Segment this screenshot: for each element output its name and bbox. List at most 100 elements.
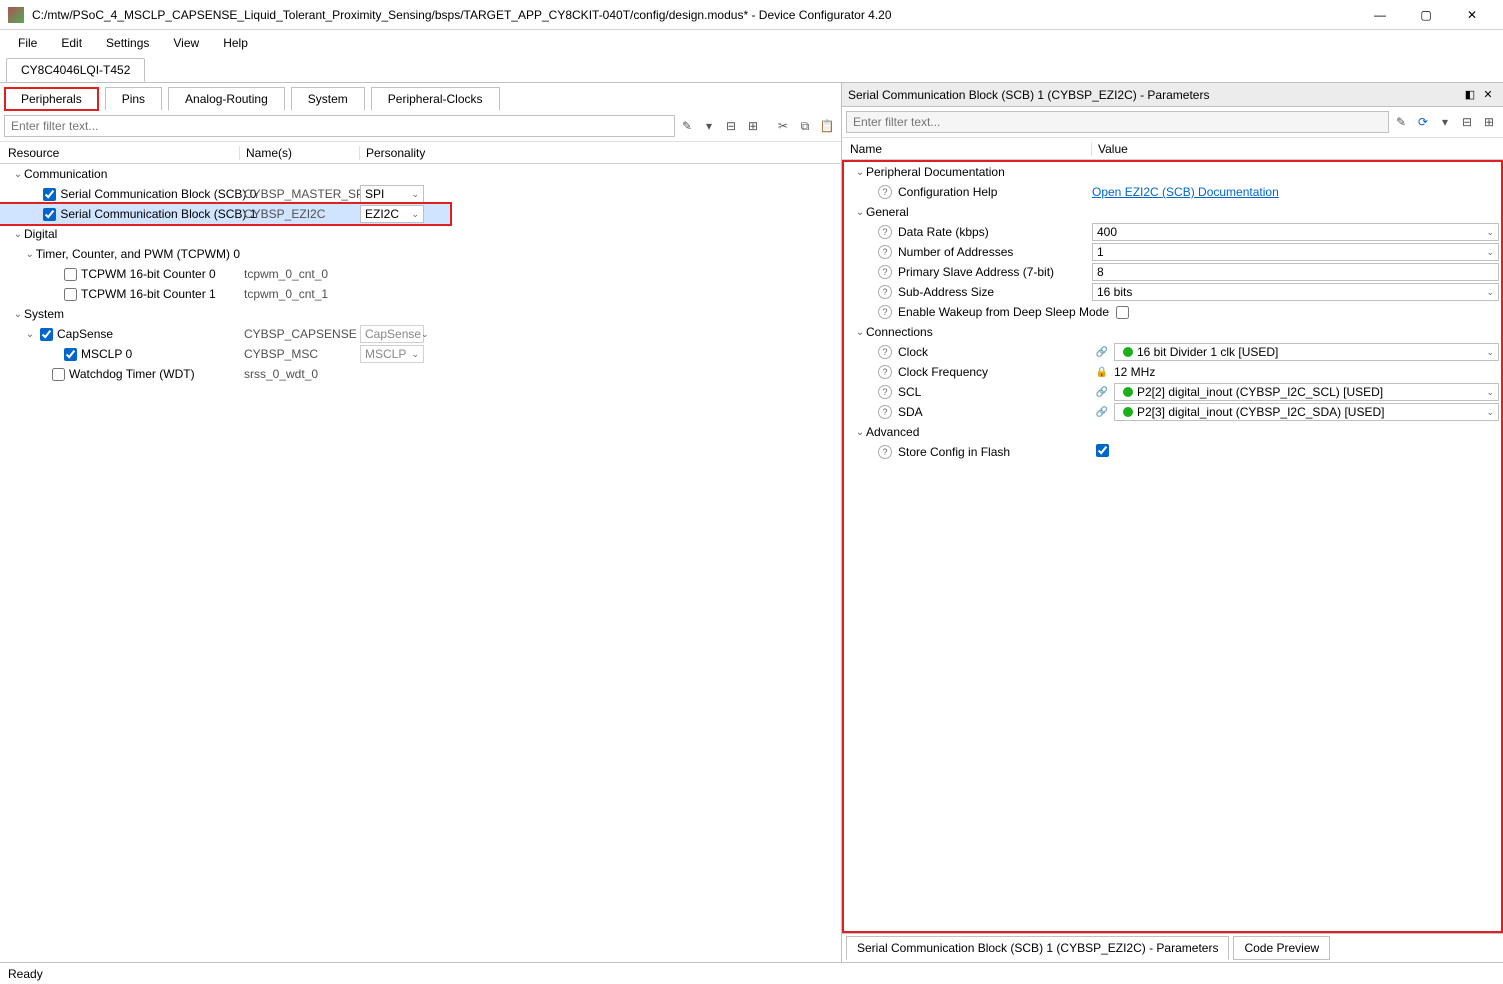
twisty-icon[interactable]: ⌄ <box>24 329 36 340</box>
row-scb1[interactable]: Serial Communication Block (SCB) 1 <box>60 207 256 221</box>
twisty-icon[interactable]: ⌄ <box>12 229 24 240</box>
data-rate-field[interactable]: 400⌄ <box>1092 223 1499 241</box>
scl-field[interactable]: P2[2] digital_inout (CYBSP_I2C_SCL) [USE… <box>1114 383 1499 401</box>
enable-tc1[interactable] <box>64 288 77 301</box>
group-advanced[interactable]: Advanced <box>866 425 919 439</box>
status-text: Ready <box>8 967 43 981</box>
persona-scb1[interactable]: EZI2C⌄ <box>360 205 424 223</box>
twisty-icon[interactable]: ⌄ <box>854 327 866 338</box>
row-msclp[interactable]: MSCLP 0 <box>81 347 132 361</box>
help-icon[interactable]: ? <box>878 185 892 199</box>
persona-scb0[interactable]: SPI⌄ <box>360 185 424 203</box>
row-wdt[interactable]: Watchdog Timer (WDT) <box>69 367 195 381</box>
link-icon[interactable] <box>1092 387 1112 398</box>
menu-settings[interactable]: Settings <box>96 32 159 54</box>
group-connections[interactable]: Connections <box>866 325 933 339</box>
twisty-icon[interactable]: ⌄ <box>12 169 24 180</box>
num-addresses-field[interactable]: 1⌄ <box>1092 243 1499 261</box>
enable-msclp[interactable] <box>64 348 77 361</box>
enable-wdt[interactable] <box>52 368 65 381</box>
menu-help[interactable]: Help <box>213 32 258 54</box>
sda-field[interactable]: P2[3] digital_inout (CYBSP_I2C_SDA) [USE… <box>1114 403 1499 421</box>
minimize-button[interactable]: — <box>1357 0 1403 30</box>
persona-msclp[interactable]: MSCLP⌄ <box>360 345 424 363</box>
clear-filter-icon[interactable]: ✎ <box>677 116 697 136</box>
twisty-icon[interactable]: ⌄ <box>854 207 866 218</box>
funnel-icon[interactable]: ▾ <box>699 116 719 136</box>
row-capsense[interactable]: CapSense <box>57 327 113 341</box>
enable-wakeup-checkbox[interactable] <box>1116 306 1129 319</box>
status-bar: Ready <box>0 962 1503 984</box>
row-scb0[interactable]: Serial Communication Block (SCB) 0 <box>60 187 256 201</box>
tab-code-preview[interactable]: Code Preview <box>1233 936 1330 960</box>
name-scb0: CYBSP_MASTER_SPI <box>240 187 360 201</box>
group-digital[interactable]: Digital <box>24 227 57 241</box>
help-icon[interactable]: ? <box>878 365 892 379</box>
parameters-header: Serial Communication Block (SCB) 1 (CYBS… <box>842 83 1503 107</box>
group-communication[interactable]: Communication <box>24 167 107 181</box>
help-icon[interactable]: ? <box>878 385 892 399</box>
clock-field[interactable]: 16 bit Divider 1 clk [USED]⌄ <box>1114 343 1499 361</box>
help-icon[interactable]: ? <box>878 285 892 299</box>
name-tc0: tcpwm_0_cnt_0 <box>240 267 360 281</box>
twisty-icon[interactable]: ⌄ <box>24 249 36 260</box>
menu-file[interactable]: File <box>8 32 47 54</box>
parameters-filter-input[interactable] <box>846 111 1389 133</box>
twisty-icon[interactable]: ⌄ <box>12 309 24 320</box>
link-icon[interactable] <box>1092 347 1112 358</box>
param-subaddress-size: Sub-Address Size <box>898 285 994 299</box>
tab-parameters[interactable]: Serial Communication Block (SCB) 1 (CYBS… <box>846 936 1229 960</box>
twisty-icon[interactable]: ⌄ <box>854 427 866 438</box>
paste-icon[interactable]: 📋 <box>817 116 837 136</box>
expand-icon[interactable]: ⊞ <box>743 116 763 136</box>
enable-scb0[interactable] <box>43 188 56 201</box>
maximize-button[interactable]: ▢ <box>1403 0 1449 30</box>
cut-icon[interactable]: ✂ <box>773 116 793 136</box>
group-peripheral-documentation[interactable]: Peripheral Documentation <box>866 165 1005 179</box>
menu-edit[interactable]: Edit <box>51 32 92 54</box>
collapse-icon[interactable]: ⊟ <box>721 116 741 136</box>
group-system[interactable]: System <box>24 307 64 321</box>
store-config-checkbox[interactable] <box>1096 444 1109 457</box>
help-icon[interactable]: ? <box>878 445 892 459</box>
group-general[interactable]: General <box>866 205 909 219</box>
help-icon[interactable]: ? <box>878 345 892 359</box>
subaddress-size-field[interactable]: 16 bits⌄ <box>1092 283 1499 301</box>
param-scl: SCL <box>898 385 921 399</box>
collapse-icon[interactable]: ⊟ <box>1457 112 1477 132</box>
help-icon[interactable]: ? <box>878 405 892 419</box>
row-tc1[interactable]: TCPWM 16-bit Counter 1 <box>81 287 216 301</box>
clear-icon[interactable]: ✎ <box>1391 112 1411 132</box>
help-icon[interactable]: ? <box>878 225 892 239</box>
help-icon[interactable]: ? <box>878 265 892 279</box>
tab-system[interactable]: System <box>291 87 365 111</box>
copy-icon[interactable]: ⧉ <box>795 116 815 136</box>
twisty-icon[interactable]: ⌄ <box>854 167 866 178</box>
expand-icon[interactable]: ⊞ <box>1479 112 1499 132</box>
persona-capsense[interactable]: CapSense⌄ <box>360 325 424 343</box>
tab-peripheral-clocks[interactable]: Peripheral-Clocks <box>371 87 500 111</box>
close-button[interactable]: ✕ <box>1449 0 1495 30</box>
device-tab[interactable]: CY8C4046LQI-T452 <box>6 58 145 82</box>
doc-link[interactable]: Open EZI2C (SCB) Documentation <box>1092 185 1279 199</box>
tab-pins[interactable]: Pins <box>105 87 162 111</box>
enable-capsense[interactable] <box>40 328 53 341</box>
param-sda: SDA <box>898 405 923 419</box>
primary-address-field[interactable]: 8 <box>1092 263 1499 281</box>
tab-analog-routing[interactable]: Analog-Routing <box>168 87 285 111</box>
row-tc0[interactable]: TCPWM 16-bit Counter 0 <box>81 267 216 281</box>
dock-icon[interactable]: ◧ <box>1461 86 1479 104</box>
help-icon[interactable]: ? <box>878 245 892 259</box>
funnel-icon[interactable]: ▾ <box>1435 112 1455 132</box>
link-icon[interactable] <box>1092 407 1112 418</box>
enable-scb1[interactable] <box>43 208 56 221</box>
tab-peripherals[interactable]: Peripherals <box>4 87 99 111</box>
enable-tc0[interactable] <box>64 268 77 281</box>
menu-view[interactable]: View <box>163 32 209 54</box>
refresh-icon[interactable]: ⟳ <box>1413 112 1433 132</box>
right-panel: Serial Communication Block (SCB) 1 (CYBS… <box>842 83 1503 962</box>
panel-close-icon[interactable]: ✕ <box>1479 86 1497 104</box>
filter-input[interactable] <box>4 115 675 137</box>
group-tcpwm[interactable]: Timer, Counter, and PWM (TCPWM) 0 <box>36 247 240 261</box>
help-icon[interactable]: ? <box>878 305 892 319</box>
